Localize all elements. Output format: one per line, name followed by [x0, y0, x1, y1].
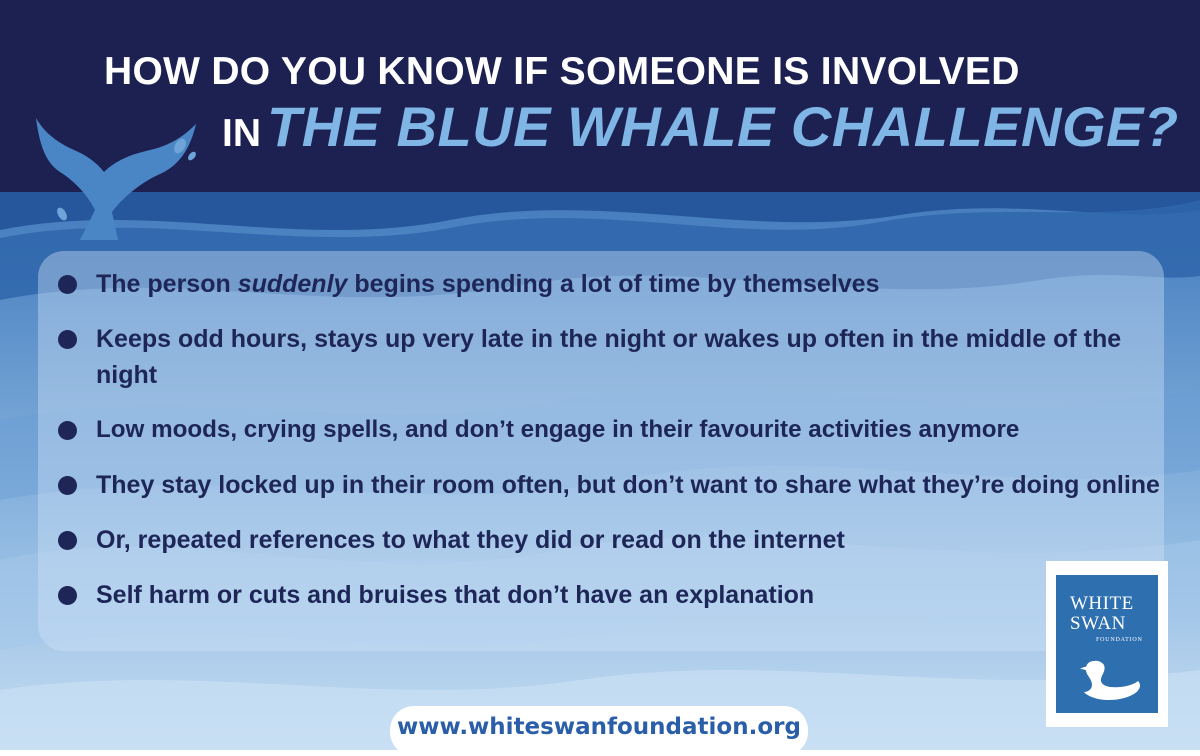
list-item: They stay locked up in their room often,…: [56, 467, 1166, 503]
title-prefix: IN: [222, 112, 261, 155]
swan-icon: [1080, 660, 1140, 701]
sign-text: Or, repeated references to what they did…: [96, 526, 845, 554]
list-item: Or, repeated references to what they did…: [56, 522, 1166, 558]
sign-text: Keeps odd hours, stays up very late in t…: [96, 325, 1122, 389]
bullet-icon: [58, 421, 77, 440]
logo-line-3: FOUNDATION: [1096, 637, 1143, 643]
title-highlight: THE BLUE WHALE CHALLENGE?: [267, 95, 1179, 158]
website-url: www.whiteswanfoundation.org: [397, 714, 801, 740]
white-swan-logo: WHITE SWAN FOUNDATION: [1046, 561, 1168, 727]
signs-list: The person suddenly begins spending a lo…: [56, 266, 1166, 632]
bullet-icon: [58, 275, 77, 294]
bullet-icon: [58, 586, 77, 605]
logo-line-1: WHITE: [1070, 593, 1134, 614]
bullet-icon: [58, 330, 77, 349]
sign-text: They stay locked up in their room often,…: [96, 471, 1160, 499]
list-item: Keeps odd hours, stays up very late in t…: [56, 321, 1166, 393]
bullet-icon: [58, 531, 77, 550]
sign-text: Self harm or cuts and bruises that don’t…: [96, 581, 815, 609]
sign-text-before: The person: [96, 270, 238, 298]
sign-emphasis: suddenly: [237, 270, 348, 298]
list-item: The person suddenly begins spending a lo…: [56, 266, 1166, 302]
sign-text-after: begins spending a lot of time by themsel…: [347, 270, 880, 298]
list-item: Low moods, crying spells, and don’t enga…: [56, 412, 1166, 448]
website-pill: www.whiteswanfoundation.org: [390, 706, 808, 756]
title-line-2: IN THE BLUE WHALE CHALLENGE?: [222, 94, 1179, 159]
title-line-1: HOW DO YOU KNOW IF SOMEONE IS INVOLVED: [104, 50, 1020, 93]
logo-line-2: SWAN: [1070, 613, 1126, 634]
logo-panel: WHITE SWAN FOUNDATION: [1056, 575, 1158, 713]
bullet-icon: [58, 476, 77, 495]
list-item: Self harm or cuts and bruises that don’t…: [56, 577, 1166, 613]
sign-text: Low moods, crying spells, and don’t enga…: [96, 416, 1020, 443]
